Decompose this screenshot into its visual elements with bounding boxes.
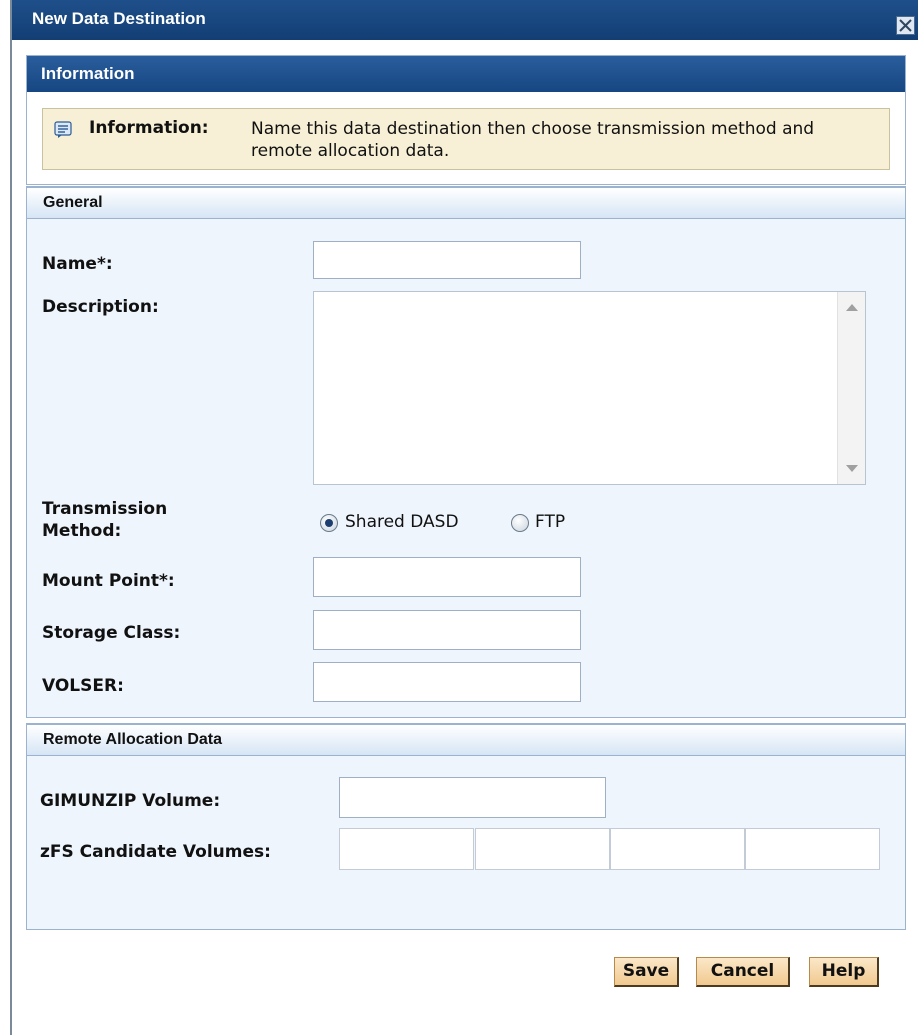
information-panel: Information Information: Name this data …	[26, 55, 906, 185]
general-header-label: General	[43, 194, 103, 211]
information-header: Information	[27, 56, 905, 92]
information-header-label: Information	[41, 64, 135, 83]
zfs-volume-input-1[interactable]	[339, 828, 474, 870]
help-button[interactable]: Help	[809, 957, 879, 987]
description-label: Description:	[42, 297, 159, 317]
remote-allocation-header-label: Remote Allocation Data	[43, 731, 222, 748]
new-data-destination-dialog: New Data Destination Information Informa…	[10, 0, 918, 1035]
zfs-volume-input-4[interactable]	[745, 828, 880, 870]
gimunzip-volume-label: GIMUNZIP Volume:	[40, 791, 221, 811]
mount-point-input[interactable]	[313, 557, 581, 597]
information-label: Information:	[89, 118, 209, 138]
close-icon[interactable]	[896, 16, 915, 35]
description-textarea[interactable]	[313, 291, 866, 485]
description-scrollbar[interactable]	[837, 292, 865, 484]
shared-dasd-label[interactable]: Shared DASD	[345, 512, 459, 532]
message-icon	[54, 121, 72, 138]
remote-allocation-panel: Remote Allocation Data GIMUNZIP Volume: …	[26, 723, 906, 930]
name-input[interactable]	[313, 241, 581, 279]
general-panel: General Name*: Description: Transmission…	[26, 186, 906, 718]
dialog-title: New Data Destination	[32, 9, 206, 28]
scroll-up-arrow-icon[interactable]	[846, 304, 858, 311]
ftp-radio[interactable]	[511, 514, 529, 532]
remote-allocation-header: Remote Allocation Data	[27, 724, 905, 756]
scroll-down-arrow-icon[interactable]	[846, 465, 858, 472]
information-message-box: Information: Name this data destination …	[42, 108, 890, 170]
zfs-candidate-volumes-label: zFS Candidate Volumes:	[40, 842, 271, 862]
volser-input[interactable]	[313, 662, 581, 702]
information-text: Name this data destination then choose t…	[251, 119, 815, 161]
volser-label: VOLSER:	[42, 676, 124, 696]
zfs-volume-input-3[interactable]	[610, 828, 745, 870]
zfs-volume-input-2[interactable]	[475, 828, 610, 870]
cancel-button[interactable]: Cancel	[696, 957, 790, 987]
transmission-method-label: Transmission Method:	[42, 499, 168, 541]
name-label: Name*:	[42, 254, 113, 274]
shared-dasd-radio[interactable]	[320, 514, 338, 532]
storage-class-input[interactable]	[313, 610, 581, 650]
ftp-label[interactable]: FTP	[535, 512, 565, 532]
gimunzip-volume-input[interactable]	[339, 777, 606, 818]
save-button[interactable]: Save	[614, 957, 679, 987]
mount-point-label: Mount Point*:	[42, 571, 175, 591]
storage-class-label: Storage Class:	[42, 623, 181, 643]
general-header: General	[27, 187, 905, 219]
dialog-title-bar[interactable]: New Data Destination	[12, 0, 918, 40]
